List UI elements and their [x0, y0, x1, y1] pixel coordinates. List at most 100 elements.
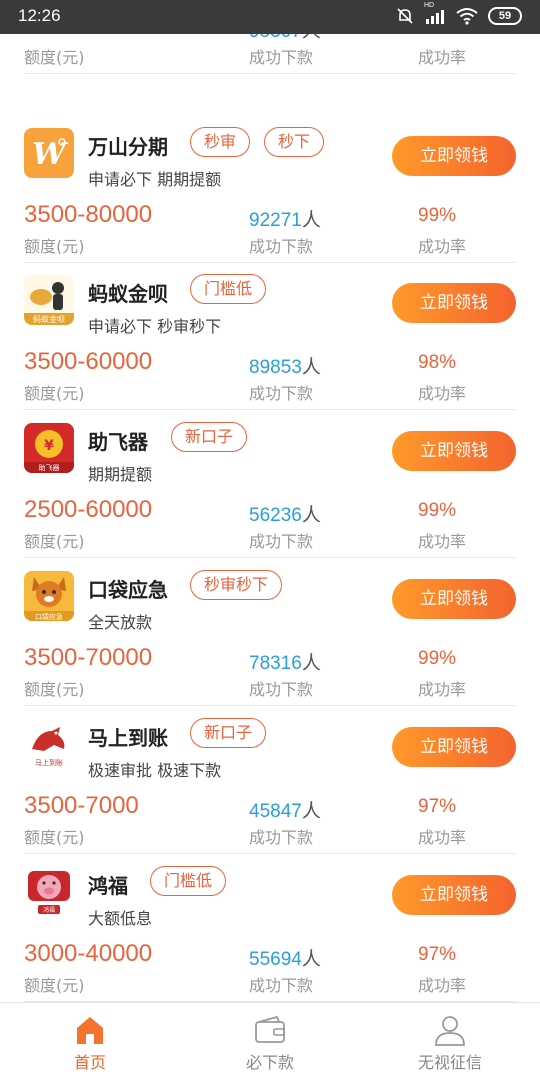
user-icon	[360, 1013, 540, 1047]
status-time: 12:26	[18, 6, 61, 25]
product-name: 万山分期	[88, 135, 168, 159]
amount-range: 2500-60000	[24, 496, 153, 523]
product-card[interactable]: 蚂蚁金呗 蚂蚁金呗 门槛低 申请必下 秒审秒下 立即领钱 3500-60000 …	[0, 262, 540, 410]
success-rate-label: 成功率	[418, 828, 467, 847]
success-count-label: 成功下款	[249, 680, 314, 699]
success-rate-label: 成功率	[418, 976, 467, 995]
pig-logo-icon: 鸿福	[24, 867, 74, 917]
zhufeiqi-logo-text: 助飞器	[39, 463, 60, 472]
success-rate-label: 成功率	[418, 532, 467, 551]
tab-label: 必下款	[245, 1053, 294, 1072]
feature-tag: 秒下	[264, 127, 325, 157]
amount-range: 3500-60000	[24, 348, 153, 375]
success-count: 55694人	[249, 948, 321, 970]
success-count: 56236人	[249, 504, 321, 526]
tab-label: 无视征信	[417, 1053, 482, 1072]
amount-range: 3500-70000	[24, 644, 153, 671]
success-rate: 97%	[418, 944, 457, 965]
product-card[interactable]: 口袋应急 口袋应急 秒审秒下 全天放款 立即领钱 3500-70000 额度(元…	[0, 558, 540, 706]
success-rate-label: 成功率	[418, 384, 467, 403]
success-rate: 99%	[418, 500, 457, 521]
tab-label: 首页	[73, 1053, 106, 1072]
success-rate-label: 成功率	[418, 680, 467, 699]
success-rate-label: 成功率	[418, 48, 467, 67]
horse-logo-text: 马上到账	[35, 758, 63, 767]
success-rate: 99%	[418, 648, 457, 669]
success-count: 78316人	[249, 652, 321, 674]
get-money-button[interactable]: 立即领钱	[392, 136, 516, 176]
amount-label: 额度(元)	[24, 532, 85, 551]
amount-range: 3000-40000	[24, 940, 153, 967]
product-description: 全天放款	[88, 613, 153, 632]
get-money-button[interactable]: 立即领钱	[392, 431, 516, 471]
zhufeiqi-logo-icon: ¥ 助飞器	[24, 423, 74, 473]
success-count-label: 成功下款	[249, 976, 314, 995]
product-card[interactable]: W 万山分期 秒审 秒下 申请必下 期期提额 立即领钱 3500-80000 额…	[0, 115, 540, 263]
battery-icon: 59	[488, 7, 522, 25]
success-rate: 98%	[418, 352, 457, 373]
wallet-icon	[180, 1013, 360, 1047]
product-description: 期期提额	[88, 465, 153, 484]
pig-logo-text: 鸿福	[43, 906, 55, 914]
wifi-icon	[456, 7, 478, 25]
feature-tag: 新口子	[171, 422, 248, 452]
success-rate-label: 成功率	[418, 237, 467, 256]
get-money-button[interactable]: 立即领钱	[392, 875, 516, 915]
feature-tag: 门槛低	[150, 866, 227, 896]
success-count-label: 成功下款	[249, 532, 314, 551]
bottom-tab-bar: 首页 必下款 无视征信	[0, 1002, 540, 1080]
product-description: 申请必下 秒审秒下	[88, 317, 222, 336]
tab-home[interactable]: 首页	[0, 1003, 180, 1080]
feature-tag: 秒审秒下	[190, 570, 283, 600]
amount-label: 额度(元)	[24, 48, 85, 67]
feature-tag: 新口子	[190, 718, 267, 748]
amount-label: 额度(元)	[24, 384, 85, 403]
product-card[interactable]: 马上到账 马上到账 新口子 极速审批 极速下款 立即领钱 3500-7000 额…	[0, 706, 540, 854]
ant-logo-text: 蚂蚁金呗	[33, 314, 65, 324]
product-list[interactable]: 4000-80000 额度(元) 95307人 成功下款 99% 成功率 W 万…	[0, 0, 540, 1002]
status-bar: 12:26 HD 59	[0, 0, 540, 34]
product-card[interactable]: 鸿福 鸿福 门槛低 大额低息 立即领钱 3000-40000 额度(元) 556…	[0, 854, 540, 1002]
success-count: 45847人	[249, 800, 321, 822]
ant-logo-icon: 蚂蚁金呗	[24, 275, 74, 325]
feature-tag: 门槛低	[190, 274, 267, 304]
get-money-button[interactable]: 立即领钱	[392, 283, 516, 323]
success-count-label: 成功下款	[249, 384, 314, 403]
mute-alarm-icon	[396, 7, 414, 25]
amount-label: 额度(元)	[24, 976, 85, 995]
product-name: 鸿福	[88, 874, 128, 898]
get-money-button[interactable]: 立即领钱	[392, 727, 516, 767]
product-name: 马上到账	[88, 726, 168, 750]
success-rate: 97%	[418, 796, 457, 817]
product-name: 口袋应急	[88, 578, 168, 602]
product-card[interactable]: ¥ 助飞器 助飞器 新口子 期期提额 立即领钱 2500-60000 额度(元) …	[0, 410, 540, 558]
feature-tag: 秒审	[190, 127, 251, 157]
amount-range: 3500-7000	[24, 792, 139, 819]
amount-range: 3500-80000	[24, 201, 153, 228]
success-count-label: 成功下款	[249, 828, 314, 847]
svg-text:¥: ¥	[44, 438, 54, 454]
tab-must-lend[interactable]: 必下款	[180, 1003, 360, 1080]
product-name: 蚂蚁金呗	[88, 282, 168, 306]
success-count: 92271人	[249, 209, 321, 231]
home-icon	[0, 1013, 180, 1047]
product-name: 助飞器	[88, 430, 148, 454]
horse-logo-icon: 马上到账	[24, 719, 74, 769]
product-description: 极速审批 极速下款	[88, 761, 222, 780]
success-rate: 99%	[418, 205, 457, 226]
amount-label: 额度(元)	[24, 828, 85, 847]
network-type-label: HD	[424, 2, 435, 9]
product-description: 大额低息	[88, 909, 153, 928]
product-description: 申请必下 期期提额	[88, 170, 222, 189]
success-count-label: 成功下款	[249, 48, 314, 67]
amount-label: 额度(元)	[24, 680, 85, 699]
amount-label: 额度(元)	[24, 237, 85, 256]
fox-logo-text: 口袋应急	[35, 612, 63, 621]
fox-logo-icon: 口袋应急	[24, 571, 74, 621]
signal-icon: HD	[424, 2, 446, 25]
success-count: 89853人	[249, 356, 321, 378]
success-count-label: 成功下款	[249, 237, 314, 256]
get-money-button[interactable]: 立即领钱	[392, 579, 516, 619]
wanshan-logo-icon: W	[24, 128, 74, 178]
tab-no-credit[interactable]: 无视征信	[360, 1003, 540, 1080]
